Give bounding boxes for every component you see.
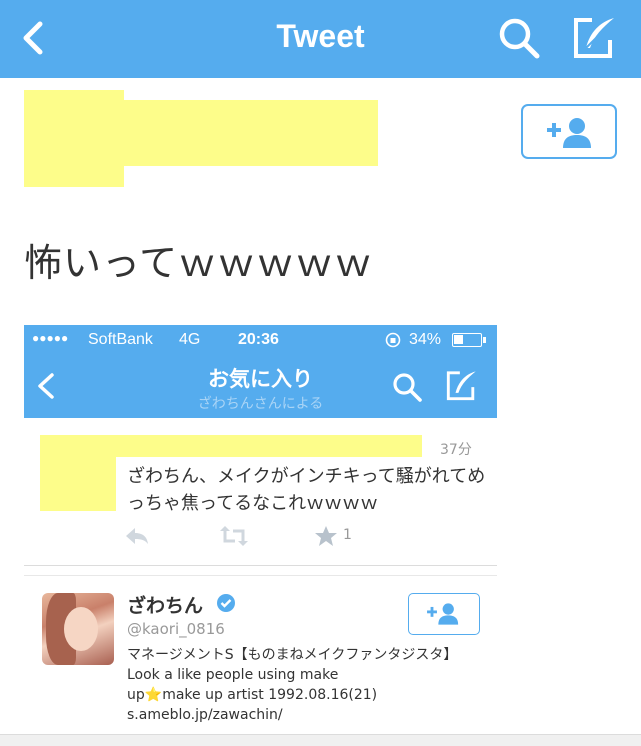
embedded-title: お気に入り: [208, 367, 313, 391]
back-button[interactable]: [14, 16, 54, 60]
search-button[interactable]: [495, 14, 543, 62]
page-title: Tweet: [276, 18, 365, 54]
add-user-icon: [547, 118, 591, 148]
top-nav-bar: Tweet: [0, 0, 641, 78]
embedded-nav-bar: お気に入り ざわちんさんによる: [24, 355, 497, 418]
tweet-text: 怖いってｗｗｗｗｗ: [24, 241, 374, 285]
compose-icon: [446, 371, 476, 401]
compose-icon: [574, 18, 614, 58]
search-icon: [499, 18, 540, 59]
verified-badge-icon: [217, 594, 235, 612]
divider: [24, 565, 497, 566]
tweet-timestamp: 37分: [440, 442, 472, 458]
signal-strength: ●●●●●: [32, 331, 69, 345]
profile-bio-line: マネージメントS【ものまねメイクファンタジスタ】 Look a like peo…: [127, 647, 458, 683]
embedded-subtitle: ざわちんさんによる: [197, 396, 324, 412]
battery-tip: [483, 337, 486, 343]
compose-button[interactable]: [570, 12, 620, 62]
profile-bio: マネージメントS【ものまねメイクファンタジスタ】 Look a like peo…: [127, 645, 477, 725]
attached-screenshot[interactable]: ●●●●● SoftBank 4G 20:36 34% お気に入り ざわちんさん…: [24, 325, 497, 735]
network-type: 4G: [179, 331, 201, 348]
status-time: 20:36: [238, 331, 279, 348]
favorite-star-icon[interactable]: [314, 525, 338, 547]
follow-button[interactable]: [408, 593, 480, 635]
reply-icon[interactable]: [124, 525, 150, 547]
carrier-name: SoftBank: [88, 331, 153, 348]
avatar[interactable]: [42, 593, 114, 665]
profile-name: ざわちん: [127, 595, 204, 617]
redaction-block: [40, 435, 422, 457]
tweet-actions: 1: [124, 525, 424, 549]
redaction-block: [24, 100, 378, 166]
profile-handle: @kaori_0816: [127, 620, 225, 638]
profile-bio-line: up⭐make up artist 1992.08.16(21): [127, 687, 378, 703]
chevron-left-icon: [23, 21, 43, 55]
rotation-lock-icon: [384, 331, 402, 354]
battery-percent: 34%: [409, 331, 442, 348]
profile-bio-link[interactable]: s.ameblo.jp/zawachin/: [127, 705, 477, 725]
search-icon: [393, 373, 422, 402]
embedded-tweet-text: ざわちん、メイクがインチキって騒がれてめっちゃ焦ってるなこれｗｗｗｗ: [127, 466, 486, 514]
retweet-icon[interactable]: [219, 525, 249, 547]
add-user-icon: [427, 603, 459, 625]
follow-button[interactable]: [521, 104, 617, 159]
divider: [24, 575, 497, 576]
bottom-toolbar-edge: [0, 734, 641, 746]
battery-icon: [452, 333, 482, 347]
status-bar: ●●●●● SoftBank 4G 20:36 34%: [24, 325, 497, 355]
favorite-count: 1: [343, 527, 352, 543]
